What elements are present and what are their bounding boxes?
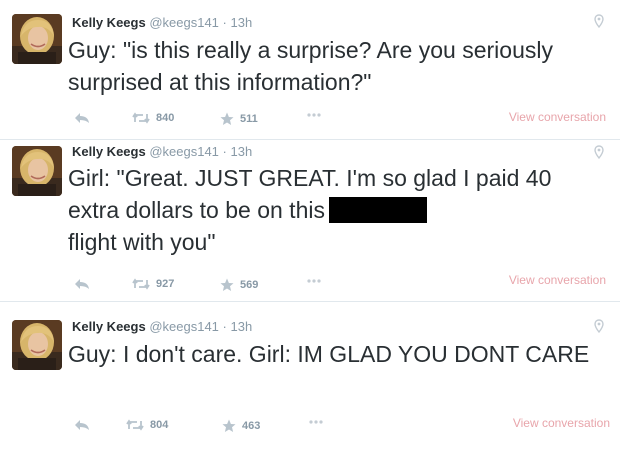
- view-conversation-link[interactable]: View conversation: [509, 273, 606, 287]
- author-name[interactable]: Kelly Keegs: [72, 144, 146, 159]
- author-handle[interactable]: @keegs141: [149, 15, 219, 30]
- tweet-2[interactable]: Kelly Keegs @keegs141 · 13h Girl: "Great…: [0, 140, 620, 302]
- separator-dot: ·: [222, 15, 227, 30]
- separator-dot: ·: [222, 144, 227, 159]
- timestamp[interactable]: 13h: [231, 319, 253, 334]
- tweet-1[interactable]: Kelly Keegs @keegs141 · 13h Guy: "is thi…: [0, 0, 620, 140]
- tweet-text-before-redaction: Girl: "Great. JUST GREAT. I'm so glad I …: [68, 165, 552, 223]
- favorite-button[interactable]: 569: [220, 278, 258, 292]
- author-handle[interactable]: @keegs141: [149, 144, 219, 159]
- author-name[interactable]: Kelly Keegs: [72, 319, 146, 334]
- favorite-button[interactable]: 463: [222, 419, 260, 433]
- tweet-text: Guy: I don't care. Girl: IM GLAD YOU DON…: [68, 341, 590, 367]
- location-pin-icon[interactable]: [594, 319, 604, 333]
- star-icon: [220, 112, 234, 125]
- tweet-header: Kelly Keegs @keegs141 · 13h: [72, 319, 252, 335]
- favorite-count: 463: [242, 420, 261, 432]
- author-name[interactable]: Kelly Keegs: [72, 15, 146, 30]
- more-icon: [307, 113, 321, 117]
- tweet-text: Guy: "is this really a surprise? Are you…: [68, 37, 553, 95]
- tweet-text-after-redaction: flight with you": [68, 229, 216, 255]
- redaction-box: [328, 197, 427, 223]
- more-icon: [307, 279, 321, 283]
- reply-button[interactable]: [74, 278, 90, 290]
- retweet-icon: [126, 419, 144, 431]
- more-button[interactable]: [308, 419, 324, 425]
- tweet-text: Girl: "Great. JUST GREAT. I'm so glad I …: [68, 162, 608, 258]
- star-icon: [220, 278, 234, 291]
- retweet-count: 927: [156, 278, 175, 290]
- more-icon: [309, 420, 323, 424]
- retweet-icon: [132, 278, 150, 290]
- tweet-header: Kelly Keegs @keegs141 · 13h: [72, 144, 252, 160]
- retweet-count: 840: [156, 112, 175, 124]
- retweet-icon: [132, 112, 150, 124]
- more-button[interactable]: [306, 278, 322, 284]
- reply-icon: [75, 113, 89, 123]
- retweet-button[interactable]: 927: [132, 278, 174, 290]
- retweet-count: 804: [150, 419, 169, 431]
- view-conversation-link[interactable]: View conversation: [509, 110, 606, 124]
- favorite-count: 569: [240, 279, 259, 291]
- reply-icon: [75, 420, 89, 430]
- avatar[interactable]: [12, 146, 62, 196]
- favorite-count: 511: [240, 113, 258, 125]
- tweet-3[interactable]: Kelly Keegs @keegs141 · 13h Guy: I don't…: [0, 302, 620, 465]
- timestamp[interactable]: 13h: [231, 15, 253, 30]
- avatar[interactable]: [12, 320, 62, 370]
- reply-button[interactable]: [74, 419, 90, 431]
- separator-dot: ·: [222, 319, 227, 334]
- more-button[interactable]: [306, 112, 322, 118]
- reply-button[interactable]: [74, 112, 90, 124]
- location-pin-icon[interactable]: [594, 14, 604, 28]
- retweet-button[interactable]: 804: [126, 419, 168, 431]
- location-pin-icon[interactable]: [594, 145, 604, 159]
- timestamp[interactable]: 13h: [231, 144, 253, 159]
- reply-icon: [75, 279, 89, 289]
- retweet-button[interactable]: 840: [132, 112, 174, 124]
- view-conversation-link[interactable]: View conversation: [513, 416, 610, 430]
- tweet-header: Kelly Keegs @keegs141 · 13h: [72, 15, 252, 31]
- author-handle[interactable]: @keegs141: [149, 319, 219, 334]
- favorite-button[interactable]: 511: [220, 112, 258, 126]
- avatar[interactable]: [12, 14, 62, 64]
- star-icon: [222, 419, 236, 432]
